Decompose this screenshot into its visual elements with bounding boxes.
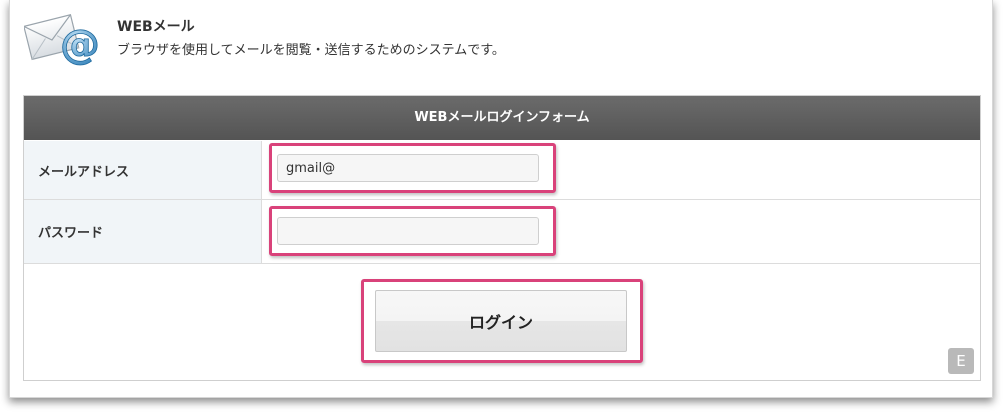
webmail-panel: @ WEBメール ブラウザを使用してメールを閲覧・送信するためのシステムです。 … — [9, 0, 993, 398]
e-badge[interactable]: E — [948, 348, 974, 374]
form-title: WEBメールログインフォーム — [24, 96, 980, 140]
email-row: メールアドレス — [24, 141, 980, 200]
email-field-highlight — [269, 143, 556, 193]
app-description: ブラウザを使用してメールを閲覧・送信するためのシステムです。 — [117, 43, 505, 58]
password-row: パスワード — [24, 200, 980, 264]
password-label: パスワード — [24, 200, 262, 263]
login-button-highlight: ログイン — [361, 279, 643, 363]
login-form: WEBメールログインフォーム メールアドレス パスワード ログイン E — [23, 95, 981, 381]
login-button[interactable]: ログイン — [375, 290, 627, 352]
mail-at-icon: @ — [24, 14, 100, 68]
email-field[interactable] — [277, 154, 539, 182]
svg-text:@: @ — [60, 22, 100, 68]
password-field-highlight — [269, 206, 556, 256]
email-label: メールアドレス — [24, 141, 262, 199]
page-header: @ WEBメール ブラウザを使用してメールを閲覧・送信するためのシステムです。 — [24, 6, 924, 68]
password-field[interactable] — [277, 217, 539, 245]
app-title: WEBメール — [117, 19, 195, 35]
